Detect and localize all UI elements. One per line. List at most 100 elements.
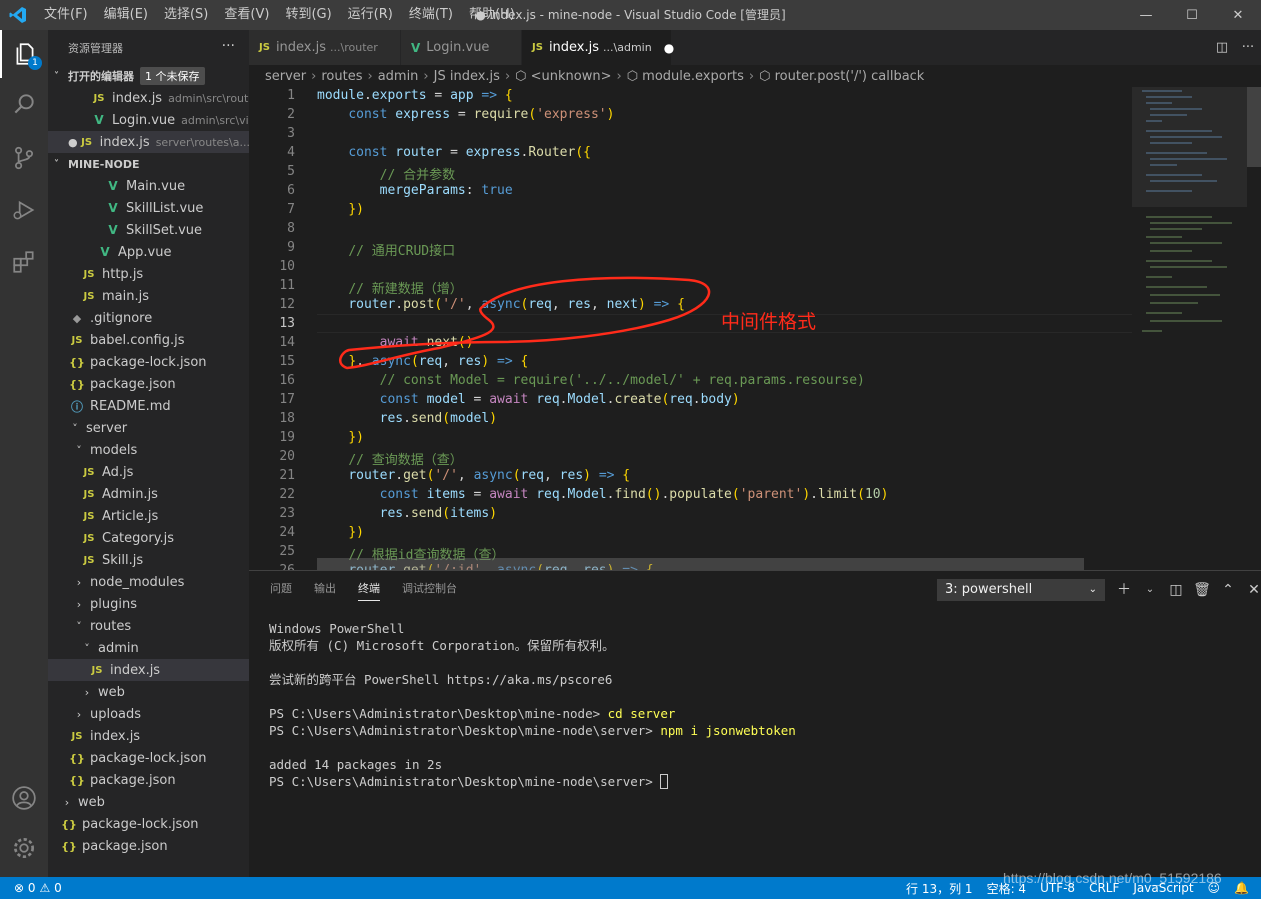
- minimize-icon[interactable]: —: [1123, 0, 1169, 30]
- tree-item[interactable]: {} package.json: [48, 373, 249, 395]
- tree-item[interactable]: JS Article.js: [48, 505, 249, 527]
- settings-gear-icon[interactable]: [0, 824, 48, 872]
- breadcrumb-item[interactable]: ⬡ router.post('/') callback: [759, 69, 924, 84]
- tree-item[interactable]: {} package.json: [48, 835, 249, 857]
- notifications-icon[interactable]: 🔔: [1234, 881, 1249, 895]
- tab-login-vue[interactable]: V Login.vue: [401, 30, 522, 65]
- menu-view[interactable]: 查看(V): [216, 0, 277, 30]
- tree-item[interactable]: V SkillList.vue: [48, 197, 249, 219]
- open-editor-item-dirty[interactable]: ● JS index.js server\routes\a...: [48, 131, 249, 153]
- tree-item[interactable]: V Main.vue: [48, 175, 249, 197]
- run-debug-icon[interactable]: [0, 186, 48, 234]
- terminal-select[interactable]: 3: powershell ⌄: [937, 579, 1105, 601]
- tree-item[interactable]: ◆ .gitignore: [48, 307, 249, 329]
- watermark: https://blog.csdn.net/m0_51592186: [1003, 870, 1222, 886]
- split-editor-icon[interactable]: ◫: [1209, 40, 1235, 55]
- chevron-down-icon: ˅: [76, 443, 82, 457]
- unsaved-dot-icon[interactable]: ●: [664, 41, 674, 55]
- menu-edit[interactable]: 编辑(E): [96, 0, 156, 30]
- tree-item[interactable]: › node_modules: [48, 571, 249, 593]
- tree-item[interactable]: V App.vue: [48, 241, 249, 263]
- breadcrumb-item[interactable]: server: [265, 69, 306, 84]
- terminal-output[interactable]: Windows PowerShell 版权所有 (C) Microsoft Cor…: [269, 620, 796, 790]
- tab-output[interactable]: 输出: [303, 571, 347, 607]
- tree-item[interactable]: JS http.js: [48, 263, 249, 285]
- breadcrumb-item[interactable]: JS index.js: [434, 69, 500, 84]
- split-terminal-icon[interactable]: ◫: [1163, 579, 1189, 601]
- tree-item[interactable]: › uploads: [48, 703, 249, 725]
- tree-item[interactable]: › web: [48, 791, 249, 813]
- chevron-down-icon[interactable]: ⌄: [1137, 579, 1163, 601]
- tab-terminal[interactable]: 终端: [347, 571, 391, 607]
- breadcrumb-item[interactable]: admin: [378, 69, 419, 84]
- open-editors-section[interactable]: ˅ 打开的编辑器 1 个未保存: [48, 65, 249, 87]
- tree-item[interactable]: {} package-lock.json: [48, 351, 249, 373]
- new-terminal-icon[interactable]: ＋: [1111, 579, 1137, 601]
- breadcrumb-item[interactable]: routes: [321, 69, 362, 84]
- tree-item[interactable]: JS babel.config.js: [48, 329, 249, 351]
- account-icon[interactable]: [0, 774, 48, 822]
- tree-item[interactable]: JS index.js: [48, 725, 249, 747]
- tree-item[interactable]: JS Skill.js: [48, 549, 249, 571]
- tab-debug-console[interactable]: 调试控制台: [391, 571, 468, 607]
- source-control-icon[interactable]: [0, 134, 48, 182]
- more-actions-icon[interactable]: ···: [222, 38, 235, 54]
- tree-item[interactable]: ˅ admin: [48, 637, 249, 659]
- errors-count[interactable]: ⊗ 0: [14, 881, 36, 895]
- unsaved-dot-icon[interactable]: ●: [68, 136, 78, 149]
- vue-file-icon: V: [108, 223, 118, 237]
- tree-item[interactable]: ˅ server: [48, 417, 249, 439]
- tree-item[interactable]: JS Ad.js: [48, 461, 249, 483]
- tree-item[interactable]: {} package.json: [48, 769, 249, 791]
- tree-item[interactable]: ˅ routes: [48, 615, 249, 637]
- tab-problems[interactable]: 问题: [259, 571, 303, 607]
- trash-icon[interactable]: 🗑: [1189, 579, 1215, 601]
- menu-go[interactable]: 转到(G): [277, 0, 339, 30]
- tree-item[interactable]: V SkillSet.vue: [48, 219, 249, 241]
- terminal-line: Windows PowerShell: [269, 621, 405, 636]
- horizontal-scrollbar[interactable]: [317, 558, 1084, 570]
- tree-item[interactable]: › web: [48, 681, 249, 703]
- menu-file[interactable]: 文件(F): [36, 0, 96, 30]
- open-editor-item[interactable]: V Login.vue admin\src\vi...: [48, 109, 249, 131]
- tree-item[interactable]: JS index.js: [48, 659, 249, 681]
- js-file-icon: JS: [83, 488, 95, 500]
- extensions-icon[interactable]: [0, 238, 48, 286]
- breadcrumb-item[interactable]: ⬡ <unknown>: [515, 69, 611, 84]
- search-icon[interactable]: [0, 80, 48, 128]
- breadcrumb-item[interactable]: ⬡ module.exports: [627, 69, 744, 84]
- tree-item[interactable]: {} package-lock.json: [48, 813, 249, 835]
- tree-item[interactable]: ˅ models: [48, 439, 249, 461]
- chevron-down-icon: ˅: [72, 421, 78, 435]
- explorer-icon[interactable]: 1: [0, 30, 48, 78]
- line-number: 18: [279, 411, 295, 426]
- line-number: 14: [279, 335, 295, 350]
- tree-item[interactable]: ⓘ README.md: [48, 395, 249, 417]
- more-actions-icon[interactable]: ···: [1235, 40, 1261, 55]
- menu-run[interactable]: 运行(R): [340, 0, 401, 30]
- tab-label: index.js: [275, 40, 327, 55]
- menu-help[interactable]: 帮助(H): [461, 0, 523, 30]
- tree-item[interactable]: JS Category.js: [48, 527, 249, 549]
- maximize-panel-icon[interactable]: ⌃: [1215, 579, 1241, 601]
- code-editor[interactable]: 1 module.exports = app => {2 const expres…: [249, 87, 1132, 570]
- project-section[interactable]: ˅ MINE-NODE: [48, 153, 249, 175]
- open-editor-item[interactable]: JS index.js admin\src\router: [48, 87, 249, 109]
- menu-selection[interactable]: 选择(S): [156, 0, 216, 30]
- tree-item[interactable]: {} package-lock.json: [48, 747, 249, 769]
- tree-item[interactable]: JS main.js: [48, 285, 249, 307]
- tree-item[interactable]: JS Admin.js: [48, 483, 249, 505]
- maximize-icon[interactable]: ☐: [1169, 0, 1215, 30]
- menu-terminal[interactable]: 终端(T): [401, 0, 461, 30]
- minimap[interactable]: [1132, 87, 1247, 570]
- tab-router-index[interactable]: JS index.js ...\router: [249, 30, 401, 65]
- scrollbar-thumb[interactable]: [1247, 87, 1261, 167]
- close-window-icon[interactable]: ✕: [1215, 0, 1261, 30]
- tab-admin-index[interactable]: JS index.js ...\admin ●: [522, 30, 674, 65]
- code-line: const router = express.Router({: [348, 145, 591, 160]
- warnings-count[interactable]: ⚠ 0: [40, 881, 62, 895]
- tree-item[interactable]: › plugins: [48, 593, 249, 615]
- vertical-scrollbar[interactable]: [1247, 87, 1261, 570]
- cursor-position[interactable]: 行 13，列 1: [906, 880, 973, 897]
- close-panel-icon[interactable]: ✕: [1241, 579, 1261, 601]
